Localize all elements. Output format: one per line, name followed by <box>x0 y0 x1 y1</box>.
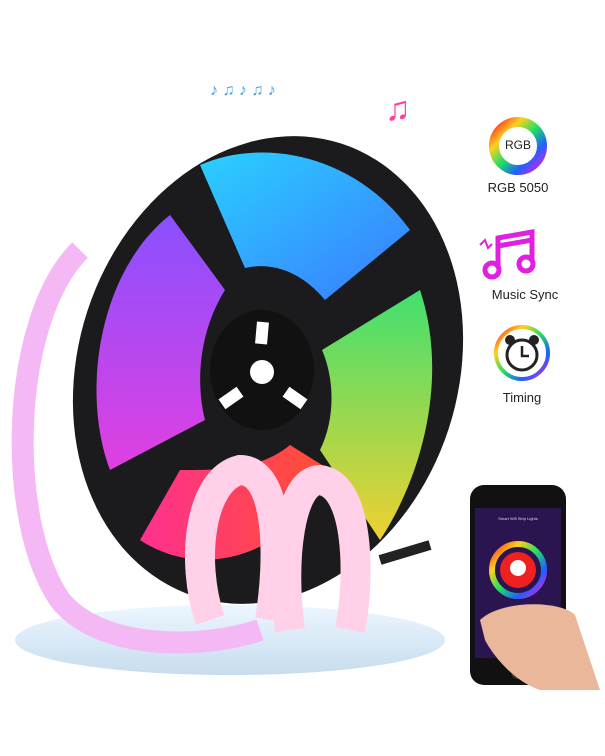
rgb-icon-text: RGB <box>504 138 531 152</box>
feature-label-rgb: RGB 5050 <box>487 180 549 195</box>
music-note-icon <box>479 229 536 280</box>
phone-app-title: Smart Wifi Strip Lights <box>498 516 538 521</box>
alarm-clock-icon <box>494 325 550 381</box>
product-illustration: ♪ ♫ ♪ ♫ ♪ ♫ <box>11 82 600 690</box>
music-notes-decoration: ♪ ♫ ♪ ♫ ♪ <box>210 82 276 99</box>
feature-label-music-sync: Music Sync <box>491 287 559 302</box>
svg-text:♫: ♫ <box>385 90 411 128</box>
feature-label-timing: Timing <box>502 390 542 405</box>
